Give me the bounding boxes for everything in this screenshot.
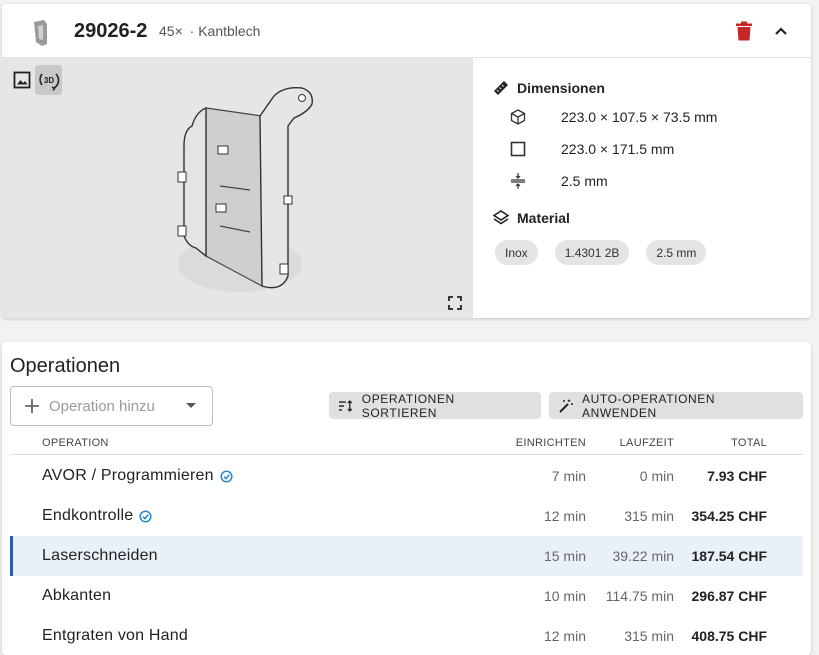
operation-name: AVOR / Programmieren: [42, 467, 214, 484]
view-3d-label: 3D: [43, 76, 53, 85]
material-chip: Inox: [495, 240, 538, 265]
verified-icon: [139, 509, 152, 523]
operations-card: Operationen OPERATIONEN SORTIEREN AUTO-O…: [2, 342, 811, 655]
verified-icon: [220, 469, 233, 483]
view-2d-button[interactable]: [8, 65, 35, 95]
total-cost: 187.54 CHF: [691, 548, 767, 564]
delete-icon[interactable]: [735, 21, 753, 41]
runtime: 39.22 min: [612, 548, 674, 564]
total-cost: 354.25 CHF: [691, 508, 767, 524]
dimensions-heading-label: Dimensionen: [517, 80, 605, 96]
operation-name-cell: Abkanten: [42, 587, 111, 605]
sort-operations-button[interactable]: OPERATIONEN SORTIEREN: [329, 391, 541, 420]
material-chip: 2.5 mm: [646, 240, 707, 265]
column-header-runtime[interactable]: LAUFZEIT: [620, 437, 674, 449]
setup-time: 12 min: [543, 508, 586, 524]
dropdown-arrow-icon[interactable]: [185, 402, 197, 410]
magic-wand-icon: [559, 399, 573, 413]
setup-time: 12 min: [543, 628, 586, 644]
cube-icon: [510, 109, 526, 125]
total-cost: 7.93 CHF: [707, 468, 767, 484]
operation-row[interactable]: AVOR / Programmieren 7 min 0 min 7.93 CH…: [10, 456, 803, 496]
material-chip: 1.4301 2B: [554, 240, 630, 265]
chevron-up-icon[interactable]: [772, 22, 790, 40]
material-chips: Inox 1.4301 2B 2.5 mm: [495, 240, 723, 265]
operation-name-cell: Entgraten von Hand: [42, 627, 188, 645]
part-3d-model[interactable]: [162, 86, 332, 306]
plus-icon: [25, 399, 39, 413]
operation-name-cell: Laserschneiden: [42, 547, 158, 565]
operation-name: Entgraten von Hand: [42, 627, 188, 644]
ruler-icon: [494, 81, 508, 95]
operation-row[interactable]: Abkanten 10 min 114.75 min 296.87 CHF: [10, 576, 803, 616]
column-header-setup[interactable]: EINRICHTEN: [516, 437, 586, 449]
material-heading: Material: [493, 210, 570, 226]
runtime: 0 min: [639, 468, 674, 484]
setup-time: 7 min: [551, 468, 586, 484]
part-quantity: 45×: [159, 23, 183, 39]
sort-icon: [339, 399, 353, 412]
thickness-icon: [511, 173, 525, 189]
operations-title: Operationen: [10, 355, 121, 377]
operation-name: Endkontrolle: [42, 507, 134, 524]
runtime: 315 min: [624, 628, 674, 644]
operation-name-cell: Endkontrolle: [42, 507, 152, 525]
bounding-box-value: 223.0 × 107.5 × 73.5 mm: [561, 109, 718, 125]
operation-row-selected[interactable]: Laserschneiden 15 min 39.22 min 187.54 C…: [10, 536, 803, 576]
part-card: 29026-2 45× · Kantblech 3D Dimensionen 2…: [2, 4, 811, 318]
part-meta: 45× · Kantblech: [159, 23, 260, 39]
total-cost: 408.75 CHF: [691, 628, 767, 644]
operation-row[interactable]: Endkontrolle 12 min 315 min 354.25 CHF: [10, 496, 803, 536]
fullscreen-icon[interactable]: [448, 296, 462, 310]
part-number: 29026-2: [74, 20, 148, 42]
dimensions-heading: Dimensionen: [493, 80, 605, 96]
dimension-flat: 223.0 × 171.5 mm: [509, 140, 674, 158]
part-thumbnail-icon: [34, 20, 47, 46]
operation-name: Abkanten: [42, 587, 112, 604]
part-header[interactable]: 29026-2 45× · Kantblech: [2, 4, 811, 58]
column-header-total[interactable]: TOTAL: [731, 437, 767, 449]
part-type: Kantblech: [198, 23, 261, 39]
add-operation-select[interactable]: [10, 386, 213, 426]
image-icon: [13, 71, 30, 89]
sort-operations-label: OPERATIONEN SORTIEREN: [361, 391, 455, 420]
runtime: 315 min: [624, 508, 674, 524]
material-heading-label: Material: [517, 210, 570, 226]
dimension-thickness: 2.5 mm: [509, 172, 608, 190]
part-meta-separator: ·: [189, 23, 195, 39]
layers-icon: [493, 210, 509, 225]
setup-time: 15 min: [543, 548, 586, 564]
operation-row[interactable]: Entgraten von Hand 12 min 315 min 408.75…: [10, 616, 803, 655]
add-operation-input[interactable]: [49, 397, 177, 415]
square-outline-icon: [510, 141, 526, 157]
table-header-divider: [10, 454, 803, 455]
view-3d-button[interactable]: 3D: [35, 65, 62, 95]
part-details: Dimensionen 223.0 × 107.5 × 73.5 mm 223.…: [473, 58, 811, 318]
viewer-mode-toggle: 3D: [8, 65, 62, 95]
dimension-bounding-box: 223.0 × 107.5 × 73.5 mm: [509, 108, 717, 126]
runtime: 114.75 min: [605, 588, 674, 604]
part-viewer[interactable]: 3D: [2, 58, 473, 318]
total-cost: 296.87 CHF: [691, 588, 767, 604]
setup-time: 10 min: [543, 588, 586, 604]
operation-name: Laserschneiden: [42, 547, 158, 564]
flat-value: 223.0 × 171.5 mm: [561, 141, 675, 157]
auto-operations-button[interactable]: AUTO-OPERATIONEN ANWENDEN: [549, 391, 803, 420]
operation-name-cell: AVOR / Programmieren: [42, 467, 233, 485]
3d-rotation-icon: 3D: [38, 73, 59, 91]
auto-operations-label: AUTO-OPERATIONEN ANWENDEN: [581, 391, 716, 420]
column-header-operation[interactable]: OPERATION: [42, 437, 109, 449]
thickness-value: 2.5 mm: [561, 173, 608, 189]
